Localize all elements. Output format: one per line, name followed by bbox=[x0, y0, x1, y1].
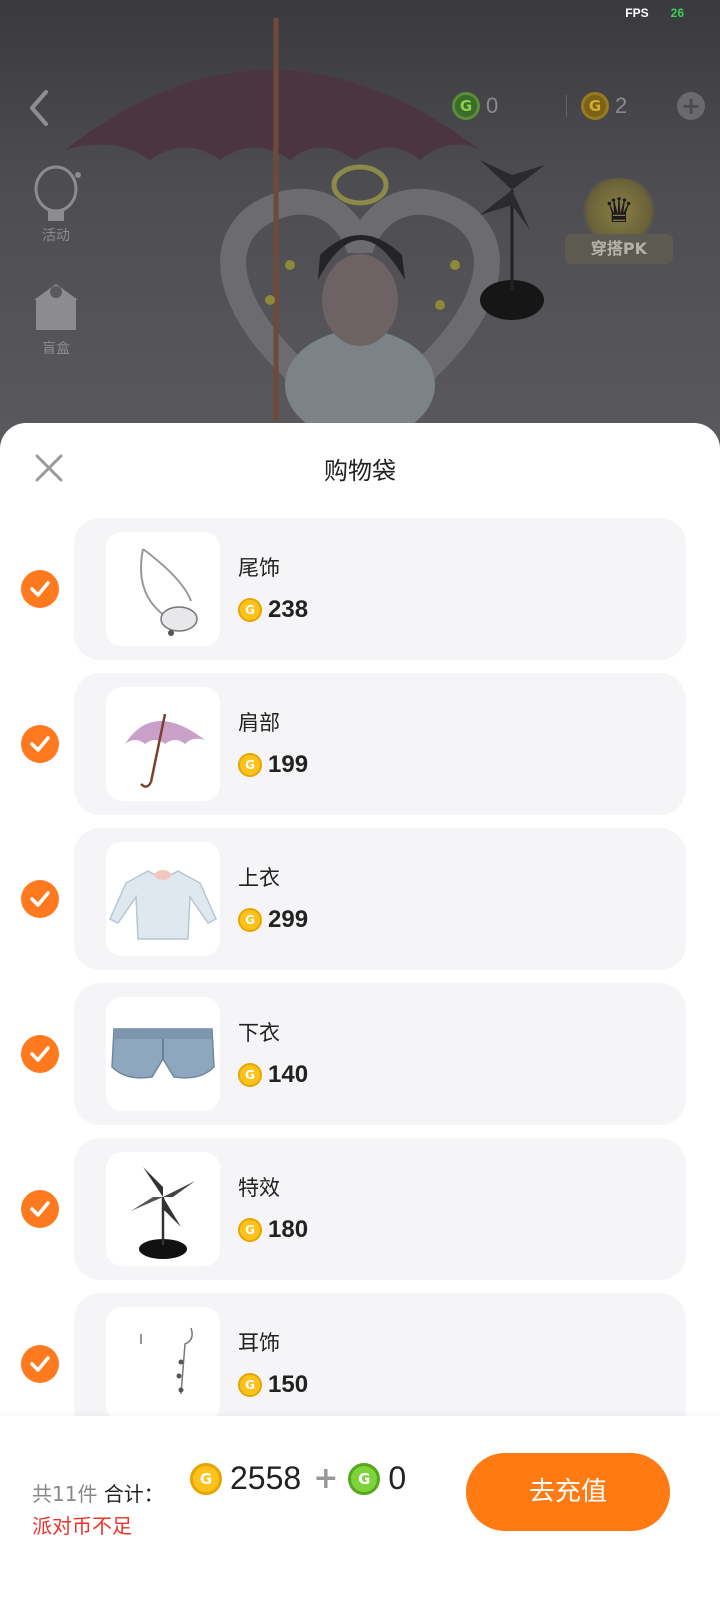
sheet-title: 购物袋 bbox=[324, 457, 396, 485]
umbrella-icon bbox=[125, 713, 205, 788]
fps-label: FPS bbox=[625, 6, 649, 20]
item-count-text: 共11件 bbox=[32, 1482, 98, 1506]
item-name: 下衣 bbox=[238, 1021, 280, 1045]
checkmark-icon bbox=[30, 891, 50, 907]
item-price-value: 199 bbox=[268, 751, 309, 778]
fps-value: 26 bbox=[670, 6, 684, 20]
item-thumbnail bbox=[106, 532, 220, 646]
item-thumbnail bbox=[106, 1152, 220, 1266]
cart-item: 下衣 G 140 bbox=[0, 983, 720, 1125]
total-label: 合计： bbox=[103, 1482, 164, 1506]
item-price-value: 140 bbox=[268, 1061, 309, 1088]
item-name: 尾饰 bbox=[238, 556, 280, 580]
gift-box-icon bbox=[34, 284, 78, 330]
checkmark-icon bbox=[30, 1201, 50, 1217]
checkmark-icon bbox=[30, 581, 50, 597]
item-name: 耳饰 bbox=[238, 1331, 280, 1355]
item-name: 特效 bbox=[238, 1176, 280, 1200]
earring-icon bbox=[140, 1327, 193, 1395]
gold-coin-icon: G bbox=[238, 1063, 262, 1087]
back-button[interactable] bbox=[24, 88, 54, 128]
outfit-pk-label: 穿搭PK bbox=[565, 234, 673, 264]
gold-coin-icon: G bbox=[238, 908, 262, 932]
gold-coin-icon: G bbox=[238, 753, 262, 777]
recharge-button[interactable]: 去充值 bbox=[466, 1453, 670, 1531]
item-price-value: 150 bbox=[268, 1371, 309, 1398]
gold-coin-icon: G bbox=[190, 1462, 222, 1495]
cart-item: 尾饰 G 238 bbox=[0, 518, 720, 660]
wallet-bar: G 0 G 2 + bbox=[452, 92, 705, 120]
hot-air-balloon-icon bbox=[34, 165, 81, 221]
gold-total: 2558 bbox=[230, 1460, 302, 1496]
item-price: G 140 bbox=[238, 1061, 308, 1089]
item-thumbnail bbox=[106, 1307, 220, 1421]
item-price: G 180 bbox=[238, 1216, 308, 1244]
gift-box-label: 盲盒 bbox=[42, 341, 70, 357]
fps-counter: FPS 26 bbox=[625, 6, 684, 20]
item-name: 肩部 bbox=[238, 711, 280, 735]
item-card[interactable]: 耳饰 G 150 bbox=[74, 1293, 686, 1435]
plus-sign: + bbox=[313, 1461, 339, 1496]
add-currency-button[interactable]: + bbox=[677, 92, 705, 120]
item-checkbox[interactable] bbox=[21, 1345, 59, 1383]
game-scene-background: FPS 26 G 0 G 2 + 活动 盲盒 ♛ 穿搭PK bbox=[0, 0, 720, 450]
item-card[interactable]: 肩部 G 199 bbox=[74, 673, 686, 815]
item-price-value: 180 bbox=[268, 1216, 309, 1243]
outfit-pk-button[interactable]: ♛ 穿搭PK bbox=[565, 178, 673, 268]
item-card[interactable]: 下衣 G 140 bbox=[74, 983, 686, 1125]
pinwheel-icon bbox=[131, 1167, 195, 1259]
cart-item: 特效 G 180 bbox=[0, 1138, 720, 1280]
denim-shorts-icon bbox=[111, 1028, 215, 1079]
item-checkbox[interactable] bbox=[21, 1190, 59, 1228]
item-price: G 299 bbox=[238, 906, 308, 934]
party-coin-balance: 0 bbox=[486, 93, 499, 118]
item-thumbnail bbox=[106, 687, 220, 801]
item-card[interactable]: 特效 G 180 bbox=[74, 1138, 686, 1280]
item-price: G 199 bbox=[238, 751, 308, 779]
bag-charm-icon bbox=[140, 548, 198, 636]
item-card[interactable]: 尾饰 G 238 bbox=[74, 518, 686, 660]
chevron-left-icon bbox=[30, 90, 48, 126]
item-price: G 150 bbox=[238, 1371, 308, 1399]
top-shirt-icon bbox=[109, 870, 217, 940]
item-price-value: 238 bbox=[268, 596, 309, 623]
item-checkbox[interactable] bbox=[21, 1035, 59, 1073]
party-total: 0 bbox=[388, 1460, 407, 1496]
item-price-value: 299 bbox=[268, 906, 309, 933]
item-checkbox[interactable] bbox=[21, 880, 59, 918]
activity-label: 活动 bbox=[42, 228, 70, 244]
gold-coin-icon: G bbox=[238, 1218, 262, 1242]
cart-item: 肩部 G 199 bbox=[0, 673, 720, 815]
checkout-bar: 共11件 合计： G 2558 + G 0 派对币不足 去充值 bbox=[0, 1416, 720, 1612]
wallet-divider bbox=[566, 95, 567, 117]
activity-button[interactable]: 活动 bbox=[26, 165, 86, 245]
total-price: G 2558 + G 0 bbox=[190, 1460, 414, 1497]
gift-box-button[interactable]: 盲盒 bbox=[26, 278, 86, 358]
item-checkbox[interactable] bbox=[21, 725, 59, 763]
gold-coin-icon: G bbox=[238, 1373, 262, 1397]
gold-coin-icon: G bbox=[581, 92, 609, 120]
insufficient-balance-warning: 派对币不足 bbox=[32, 1514, 132, 1538]
item-card[interactable]: 上衣 G 299 bbox=[74, 828, 686, 970]
checkmark-icon bbox=[30, 1356, 50, 1372]
checkmark-icon bbox=[30, 1046, 50, 1062]
item-name: 上衣 bbox=[238, 866, 280, 890]
item-thumbnail bbox=[106, 997, 220, 1111]
item-price: G 238 bbox=[238, 596, 308, 624]
cart-item: 耳饰 G 150 bbox=[0, 1293, 720, 1435]
gold-coin-icon: G bbox=[238, 598, 262, 622]
cart-item: 上衣 G 299 bbox=[0, 828, 720, 970]
item-count: 共11件 合计： bbox=[32, 1478, 164, 1507]
checkmark-icon bbox=[30, 736, 50, 752]
item-checkbox[interactable] bbox=[21, 570, 59, 608]
item-thumbnail bbox=[106, 842, 220, 956]
gold-coin-balance: 2 bbox=[615, 93, 628, 118]
party-coin-icon: G bbox=[348, 1462, 381, 1495]
party-coin-icon: G bbox=[452, 92, 480, 120]
